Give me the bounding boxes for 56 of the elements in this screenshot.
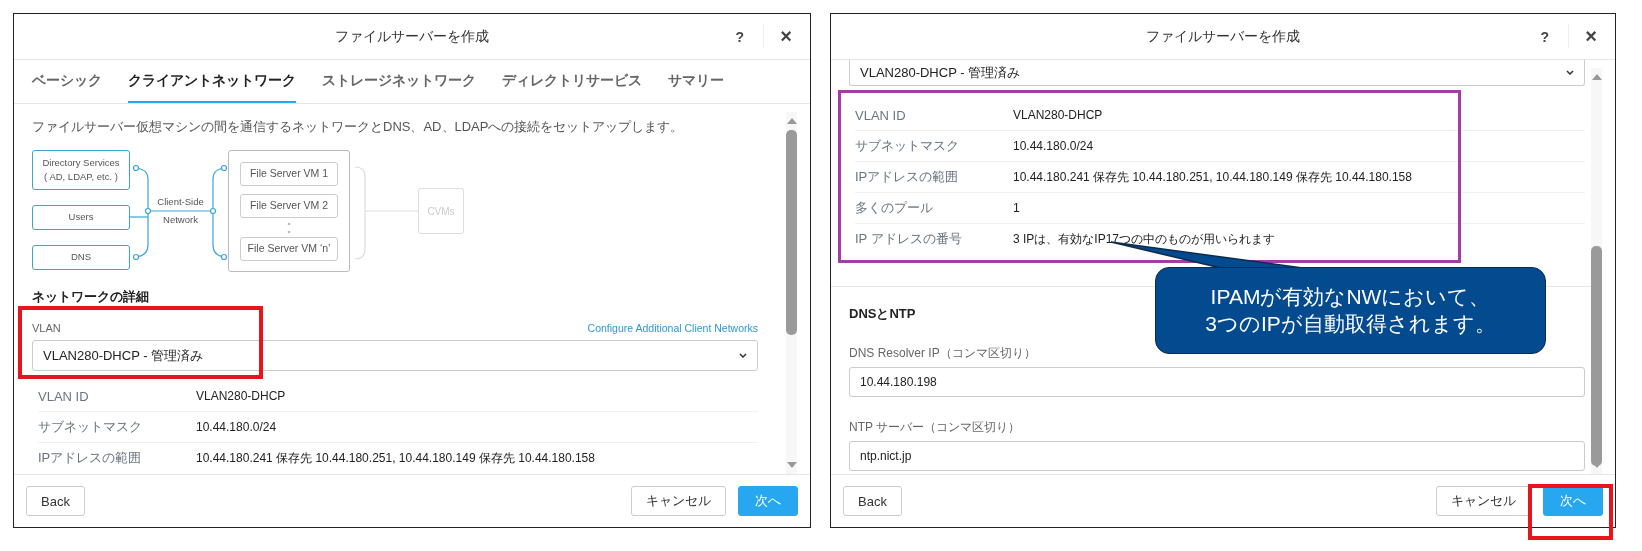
source-node: Directory Services ( AD, LDAP, etc. ) bbox=[32, 150, 130, 190]
close-button[interactable]: × bbox=[774, 25, 798, 48]
cancel-button[interactable]: キャンセル bbox=[1436, 486, 1531, 516]
back-button[interactable]: Back bbox=[843, 486, 902, 516]
vm-node: File Server VM ‘n’ bbox=[240, 237, 338, 261]
detail-value: 1 bbox=[1013, 201, 1020, 215]
vlan-select[interactable]: VLAN280-DHCP - 管理済み bbox=[849, 60, 1585, 86]
input-field[interactable]: 10.44.180.198 bbox=[849, 367, 1585, 397]
tab[interactable]: サマリー bbox=[668, 60, 724, 103]
detail-label: IP アドレスの番号 bbox=[855, 230, 963, 248]
detail-value: 10.44.180.241 保存先 10.44.180.251, 10.44.180.149 保存先 10.44.180.158 bbox=[1013, 168, 1412, 186]
detail-label: サブネットマスク bbox=[38, 418, 143, 436]
detail-label: 多くのプール bbox=[855, 199, 934, 217]
detail-label: サブネットマスク bbox=[855, 137, 960, 155]
network-label: Client-Side Network bbox=[156, 195, 205, 228]
scroll-down-icon[interactable] bbox=[786, 462, 797, 468]
help-button[interactable]: ? bbox=[1534, 28, 1555, 45]
cancel-button[interactable]: キャンセル bbox=[631, 486, 726, 516]
detail-value: 10.44.180.0/24 bbox=[1013, 139, 1094, 153]
scroll-up-icon[interactable] bbox=[786, 118, 797, 124]
description-text: ファイルサーバー仮想マシンの間を通信するネットワークとDNS、AD、LDAPへの接続をセットアップします。 bbox=[32, 118, 685, 136]
detail-value: VLAN280-DHCP bbox=[196, 389, 286, 403]
tab[interactable]: ディレクトリサービス bbox=[502, 60, 642, 103]
detail-label: IPアドレスの範囲 bbox=[38, 449, 143, 467]
section-title: ネットワークの詳細 bbox=[32, 288, 150, 306]
field-label: VLAN bbox=[32, 322, 61, 334]
vm-node: File Server VM 1 bbox=[240, 162, 338, 186]
dialog-title: ファイルサーバーを作成 bbox=[1146, 27, 1300, 46]
detail-label: VLAN ID bbox=[855, 107, 907, 123]
detail-value: 10.44.180.241 保存先 10.44.180.251, 10.44.180.149 保存先 10.44.180.158 bbox=[196, 449, 595, 467]
tab[interactable]: クライアントネットワーク bbox=[128, 60, 296, 103]
caret-icon bbox=[1566, 70, 1574, 75]
scroll-up-icon[interactable] bbox=[1591, 74, 1602, 80]
tab[interactable]: ベーシック bbox=[32, 60, 102, 103]
dialog-title: ファイルサーバーを作成 bbox=[335, 27, 489, 46]
close-button[interactable]: × bbox=[1579, 25, 1603, 48]
detail-label: IPアドレスの範囲 bbox=[855, 168, 960, 186]
section-title: DNSとNTP bbox=[849, 305, 917, 323]
vm-node: File Server VM 2 bbox=[240, 194, 338, 218]
input-field[interactable]: ntp.nict.jp bbox=[849, 441, 1585, 471]
detail-value: 3 IPは、有効なIP17つの中のものが用いられます bbox=[1013, 230, 1276, 248]
field-label: NTP サーバー（コンマ区切り） bbox=[849, 419, 1022, 436]
help-button[interactable]: ? bbox=[729, 28, 750, 45]
detail-value: VLAN280-DHCP bbox=[1013, 108, 1103, 122]
scrollbar[interactable] bbox=[1591, 68, 1602, 474]
detail-value: 10.44.180.0/24 bbox=[196, 420, 277, 434]
source-node: Users bbox=[32, 205, 130, 230]
detail-label: VLAN ID bbox=[38, 388, 90, 404]
source-node: DNS bbox=[32, 245, 130, 270]
field-label: DNS Resolver IP（コンマ区切り） bbox=[849, 345, 1037, 362]
vlan-select[interactable]: VLAN280-DHCP - 管理済み bbox=[32, 340, 758, 371]
back-button[interactable]: Back bbox=[26, 486, 85, 516]
ellipsis-icon bbox=[287, 222, 291, 234]
scrollbar[interactable] bbox=[786, 112, 797, 474]
caret-icon bbox=[739, 353, 747, 358]
tab[interactable]: ストレージネットワーク bbox=[322, 60, 476, 103]
